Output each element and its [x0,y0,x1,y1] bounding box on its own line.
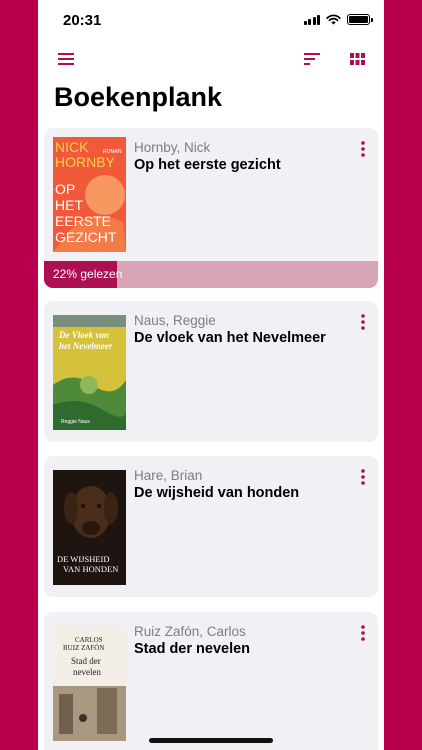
more-vertical-icon[interactable] [354,311,372,333]
cover-author-line-2: RUIZ ZAFÓN [63,644,105,652]
more-vertical-icon[interactable] [354,138,372,160]
book-cover: CARLOS RUIZ ZAFÓN Stad der nevelen [53,626,126,741]
status-icons [303,14,373,25]
grid-view-icon[interactable] [342,44,372,74]
cover-title-line-2: HET [55,197,83,213]
book-card[interactable]: DE WIJSHEID VAN HONDEN Hare, Brian De wi… [44,456,378,597]
book-title: Op het eerste gezicht [134,157,281,173]
cover-author-line-2: HORNBY [55,154,115,170]
book-cover: NICK HORNBY ROMAN OP HET EERSTE GEZICHT [53,137,126,252]
wifi-icon [326,14,341,25]
book-author: Ruiz Zafón, Carlos [134,624,246,639]
book-card[interactable]: De Vloek van het Nevelmeer Reggie Naus N… [44,301,378,442]
cover-title-line-2: nevelen [73,667,101,677]
status-time: 20:31 [63,12,102,29]
sort-icon[interactable] [297,44,327,74]
status-bar: 20:31 [38,0,384,40]
cover-author-line-1: CARLOS [75,636,103,644]
cover-title-line-2: VAN HONDEN [63,564,119,574]
cover-title-line-2: het Nevelmeer [59,341,113,351]
book-author: Naus, Reggie [134,313,216,328]
book-title: Stad der nevelen [134,641,251,657]
more-vertical-icon[interactable] [354,466,372,488]
cover-title-line-1: DE WIJSHEID [57,554,110,564]
book-title: De vloek van het Nevelmeer [134,330,326,346]
book-cover: De Vloek van het Nevelmeer Reggie Naus [53,315,126,430]
book-card[interactable]: CARLOS RUIZ ZAFÓN Stad der nevelen Ruiz … [44,612,378,750]
cover-title-line-3: EERSTE [55,213,112,229]
toolbar [38,44,384,74]
cover-title-line-4: GEZICHT [55,229,117,245]
reading-progress-label: 22% gelezen [53,267,123,281]
book-cover: DE WIJSHEID VAN HONDEN [53,470,126,585]
hamburger-menu-icon[interactable] [51,44,81,74]
cover-tag: ROMAN [103,149,122,155]
cover-title-line-1: Stad der [71,656,101,666]
battery-icon [347,14,373,25]
book-title: De wijsheid van honden [134,485,300,501]
book-author: Hornby, Nick [134,140,211,155]
cellular-signal-icon [303,14,320,25]
cover-author-line-1: NICK [55,139,89,155]
home-indicator [149,738,273,743]
cover-author: Reggie Naus [61,419,90,425]
app-screen: 20:31 Boekenplank NICK HORNBY ROMAN OP H… [38,0,384,750]
cover-title-line-1: De Vloek van [59,330,109,340]
page-title: Boekenplank [54,82,223,112]
more-vertical-icon[interactable] [354,622,372,644]
book-author: Hare, Brian [134,468,203,483]
book-card[interactable]: NICK HORNBY ROMAN OP HET EERSTE GEZICHT … [44,128,378,288]
reading-progress-bar: 22% gelezen [44,261,378,288]
cover-title-line-1: OP [55,181,76,197]
